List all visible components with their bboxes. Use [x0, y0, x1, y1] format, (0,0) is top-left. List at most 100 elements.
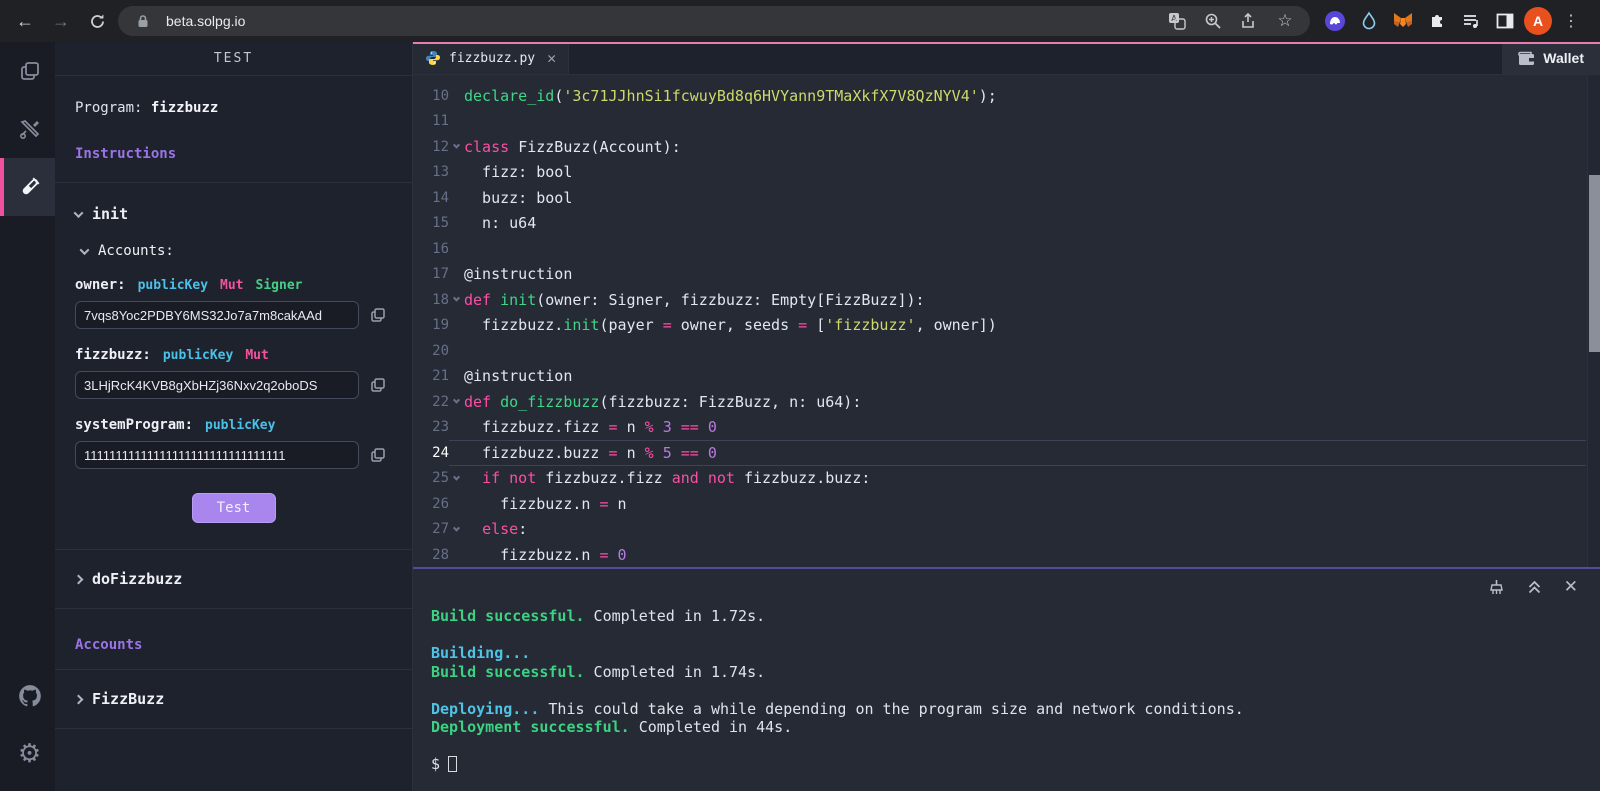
owner-pubkey-input[interactable] — [75, 301, 359, 329]
code-line[interactable]: 21 @instruction — [413, 364, 1600, 390]
code-line[interactable]: 14 buzz: bool — [413, 185, 1600, 211]
fizzbuzz-pubkey-input[interactable] — [75, 371, 359, 399]
fold-chevron-icon[interactable] — [449, 297, 464, 302]
zoom-icon[interactable] — [1200, 8, 1226, 34]
terminal-prompt-row[interactable]: $ — [431, 755, 1600, 774]
code-text: fizzbuzz.init(payer = owner, seeds = ['f… — [464, 316, 997, 334]
code-text: fizzbuzz.n = n — [464, 495, 627, 513]
code-editor[interactable]: 10declare_id('3c71JJhnSi1fcwuyBd8q6HVYan… — [413, 75, 1600, 567]
chevron-down-icon — [80, 245, 90, 255]
code-line[interactable]: 26 fizzbuzz.n = n — [413, 491, 1600, 517]
code-line[interactable]: 13 fizz: bool — [413, 160, 1600, 186]
owner-label: owner: — [75, 277, 126, 293]
program-label: Program: — [75, 100, 142, 116]
profile-avatar[interactable]: A — [1524, 7, 1552, 35]
code-line[interactable]: 19 fizzbuzz.init(payer = owner, seeds = … — [413, 313, 1600, 339]
code-text: def do_fizzbuzz(fizzbuzz: FizzBuzz, n: u… — [464, 393, 861, 411]
test-panel-button[interactable] — [0, 158, 55, 216]
fold-chevron-icon[interactable] — [449, 476, 464, 481]
accounts-toggle[interactable]: Accounts: — [81, 243, 392, 259]
system-program-pubkey-input[interactable] — [75, 441, 359, 469]
clipped-line — [413, 75, 1600, 83]
code-line[interactable]: 16 — [413, 236, 1600, 262]
code-line[interactable]: 10declare_id('3c71JJhnSi1fcwuyBd8q6HVYan… — [413, 83, 1600, 109]
fizzbuzz-account-section: FizzBuzz — [55, 670, 412, 729]
code-line[interactable]: 24 fizzbuzz.buzz = n % 5 == 0 — [413, 440, 1600, 466]
fizzbuzz-account-toggle[interactable]: FizzBuzz — [75, 690, 392, 708]
share-icon[interactable] — [1236, 8, 1262, 34]
terminal-line: Deployment successful. Completed in 44s. — [431, 718, 1600, 737]
water-drop-extension-icon[interactable] — [1354, 6, 1384, 36]
lock-icon — [130, 8, 156, 34]
wallet-icon — [1518, 51, 1535, 66]
build-deploy-button[interactable] — [0, 100, 55, 158]
wallet-button[interactable]: Wallet — [1502, 42, 1600, 74]
do-fizzbuzz-label: doFizzbuzz — [92, 570, 182, 588]
terminal-output[interactable]: Build successful. Completed in 1.72s.Bui… — [413, 569, 1600, 774]
terminal-line: Build successful. Completed in 1.74s. — [431, 663, 1600, 682]
fold-chevron-icon[interactable] — [449, 144, 464, 149]
panel-title: TEST — [55, 42, 412, 76]
forward-icon[interactable]: → — [46, 6, 76, 36]
terminal-lines: Build successful. Completed in 1.72s.Bui… — [431, 607, 1600, 755]
code-text: class FizzBuzz(Account): — [464, 138, 681, 156]
side-panel-toggle-icon[interactable] — [1490, 6, 1520, 36]
chevron-right-icon — [74, 574, 84, 584]
code-line[interactable]: 23 fizzbuzz.fizz = n % 3 == 0 — [413, 415, 1600, 441]
code-line[interactable]: 20 — [413, 338, 1600, 364]
copy-owner-button[interactable] — [367, 304, 389, 326]
metamask-extension-icon[interactable] — [1388, 6, 1418, 36]
do-fizzbuzz-toggle[interactable]: doFizzbuzz — [75, 570, 392, 588]
fold-chevron-icon[interactable] — [449, 527, 464, 532]
code-line[interactable]: 22def do_fizzbuzz(fizzbuzz: FizzBuzz, n:… — [413, 389, 1600, 415]
fold-chevron-icon[interactable] — [449, 399, 464, 404]
terminal-panel: ✕ Build successful. Completed in 1.72s.B… — [413, 567, 1600, 791]
code-line[interactable]: 15 n: u64 — [413, 211, 1600, 237]
close-terminal-button[interactable]: ✕ — [1564, 577, 1578, 597]
terminal-line: Building... — [431, 644, 1600, 663]
reload-icon[interactable] — [82, 6, 112, 36]
url-bar[interactable]: beta.solpg.io A ☆ — [118, 6, 1310, 36]
init-instruction-toggle[interactable]: init — [75, 205, 392, 223]
test-button[interactable]: Test — [192, 493, 276, 523]
extensions-puzzle-icon[interactable] — [1422, 6, 1452, 36]
files-explorer-button[interactable] — [0, 42, 55, 100]
copy-fizzbuzz-button[interactable] — [367, 374, 389, 396]
browser-menu-icon[interactable]: ⋮ — [1556, 6, 1586, 36]
tab-fizzbuzz-py[interactable]: fizzbuzz.py ✕ — [413, 42, 569, 74]
accounts-heading-section: Accounts — [55, 609, 412, 670]
code-line[interactable]: 28 fizzbuzz.n = 0 — [413, 542, 1600, 567]
close-tab-icon[interactable]: ✕ — [547, 49, 556, 67]
line-number: 21 — [413, 368, 449, 384]
copy-system-program-button[interactable] — [367, 444, 389, 466]
code-line[interactable]: 25 if not fizzbuzz.fizz and not fizzbuzz… — [413, 466, 1600, 492]
test-side-panel: TEST Program: fizzbuzz Instructions init… — [55, 42, 413, 791]
translate-icon[interactable]: A — [1164, 8, 1190, 34]
clear-terminal-button[interactable] — [1488, 579, 1505, 596]
bookmark-star-icon[interactable]: ☆ — [1272, 8, 1298, 34]
code-line[interactable]: 12class FizzBuzz(Account): — [413, 134, 1600, 160]
line-number: 28 — [413, 547, 449, 563]
expand-terminal-button[interactable] — [1527, 579, 1542, 595]
terminal-line — [431, 737, 1600, 756]
code-line[interactable]: 27 else: — [413, 517, 1600, 543]
code-line[interactable]: 11 — [413, 109, 1600, 135]
line-number: 27 — [413, 521, 449, 537]
code-line[interactable]: 18def init(owner: Signer, fizzbuzz: Empt… — [413, 287, 1600, 313]
terminal-line: Deploying... This could take a while dep… — [431, 700, 1600, 719]
scrollbar-thumb[interactable] — [1589, 175, 1600, 352]
phantom-extension-icon[interactable] — [1320, 6, 1350, 36]
media-playlist-icon[interactable] — [1456, 6, 1486, 36]
type-tag: publicKey — [205, 418, 275, 433]
copy-icon — [370, 377, 386, 393]
github-link-button[interactable] — [0, 667, 55, 725]
code-line[interactable]: 17@instruction — [413, 262, 1600, 288]
line-number: 23 — [413, 419, 449, 435]
code-text: @instruction — [464, 367, 572, 385]
settings-button[interactable]: ⚙ — [0, 725, 55, 783]
terminal-line — [431, 626, 1600, 645]
back-icon[interactable]: ← — [10, 6, 40, 36]
line-number: 11 — [413, 113, 449, 129]
fizzbuzz-field-label: fizzbuzz: publicKey Mut — [75, 347, 392, 363]
editor-scrollbar[interactable] — [1587, 75, 1600, 567]
